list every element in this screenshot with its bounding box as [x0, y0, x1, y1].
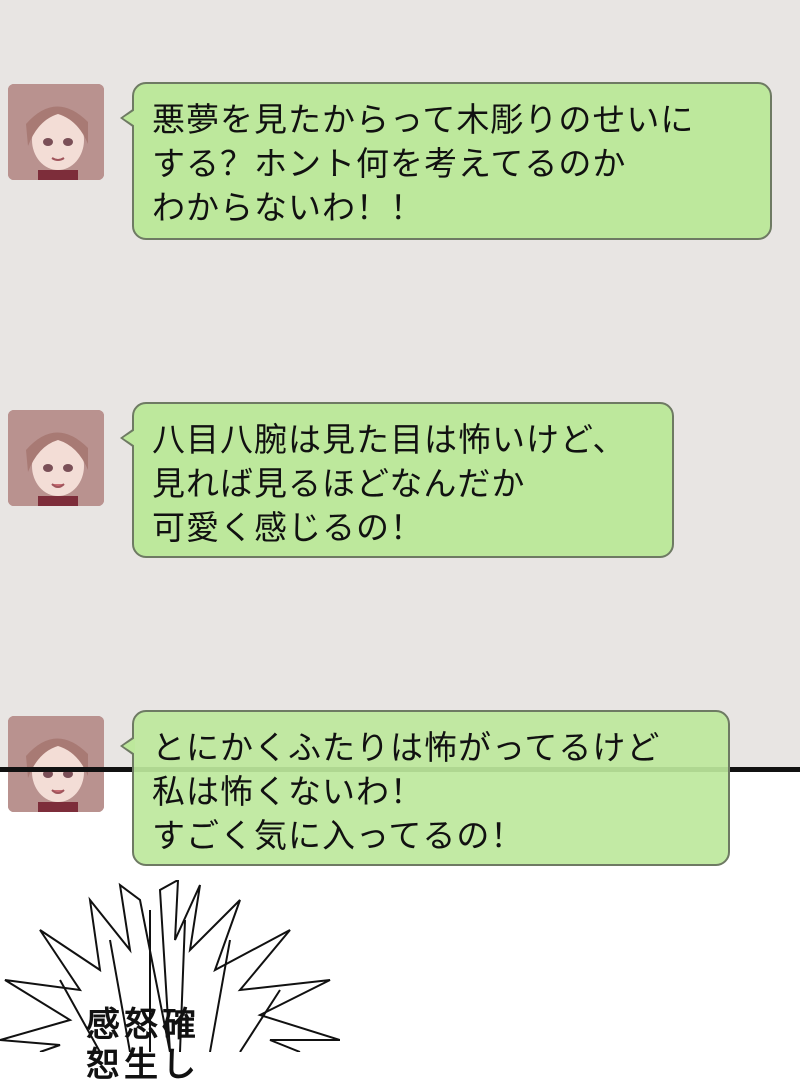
message-line: とにかくふたりは怖がってるけど: [152, 728, 661, 767]
message-line: する？ホント何を考えてるのか: [152, 144, 627, 183]
bubble-tail: [120, 108, 135, 128]
avatar-icon: [8, 716, 104, 812]
avatar-icon: [8, 410, 104, 506]
message-line: 悪夢を見たからって木彫りのせいに: [152, 100, 695, 139]
message-bubble[interactable]: 八目八腕は見た目は怖いけど、 見れば見るほどなんだか 可愛く感じるの！: [120, 402, 674, 558]
message-line: 私は怖くないわ！: [152, 772, 424, 811]
sender-avatar[interactable]: [8, 716, 104, 812]
message-line: わからないわ！！: [152, 188, 424, 227]
bubble-tail: [120, 428, 135, 448]
message-line: すごく気に入ってるの！: [152, 816, 525, 855]
sender-avatar[interactable]: [8, 410, 104, 506]
message-bubble[interactable]: とにかくふたりは怖がってるけど 私は怖くないわ！ すごく気に入ってるの！: [120, 710, 730, 866]
sender-avatar[interactable]: [8, 84, 104, 180]
avatar-icon: [8, 84, 104, 180]
sfx-line: 恕生し: [86, 1045, 200, 1085]
bubble-tail: [120, 736, 135, 756]
message-line: 八目八腕は見た目は怖いけど、: [152, 420, 627, 459]
sfx-line: 感怒確: [86, 1005, 200, 1045]
sound-effect-text: 感怒確 恕生し: [86, 1005, 200, 1085]
message-line: 見れば見るほどなんだか: [152, 464, 526, 503]
message-bubble[interactable]: 悪夢を見たからって木彫りのせいに する？ホント何を考えてるのか わからないわ！！: [120, 82, 772, 240]
message-line: 可愛く感じるの！: [152, 508, 424, 547]
